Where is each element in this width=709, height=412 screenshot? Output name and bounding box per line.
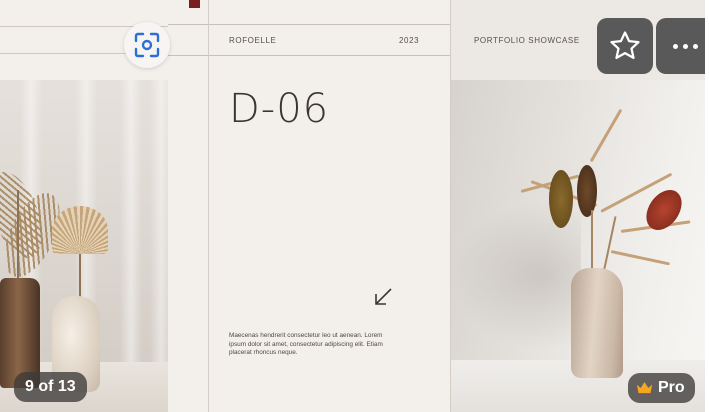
section-label: PORTFOLIO SHOWCASE	[474, 36, 580, 45]
template-code: D-06	[229, 86, 330, 132]
template-preview: ROFOELLE 2023 PORTFOLIO SHOWCASE D-06 Ma…	[0, 0, 709, 412]
scan-button[interactable]	[124, 22, 170, 68]
slide-counter: 9 of 13	[14, 372, 87, 402]
top-marker	[189, 0, 200, 8]
pro-badge-label: Pro	[658, 379, 685, 396]
year-label: 2023	[399, 36, 420, 45]
pro-badge: Pro	[628, 373, 695, 403]
star-icon	[610, 31, 640, 60]
arrow-down-left-icon	[375, 288, 392, 305]
crown-icon	[636, 382, 653, 394]
right-sculpted-vase	[571, 268, 623, 378]
brand-label: ROFOELLE	[229, 36, 277, 45]
more-icon	[672, 43, 698, 49]
body-text: Maecenas hendrerit consectetur leo ut ae…	[229, 332, 383, 357]
favorite-button[interactable]	[597, 18, 653, 74]
scan-icon	[134, 32, 160, 58]
more-options-button[interactable]	[656, 18, 709, 74]
right-photo	[451, 80, 709, 412]
